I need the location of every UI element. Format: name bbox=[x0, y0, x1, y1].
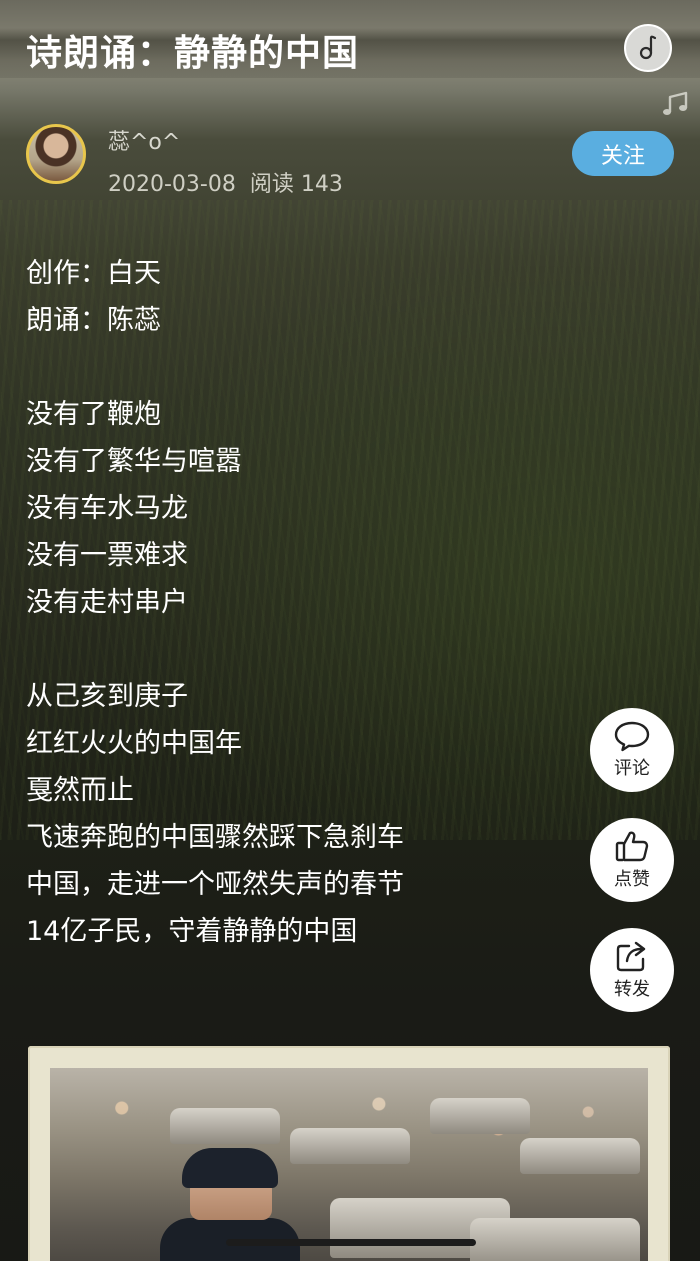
poem-line: 中国，走进一个哑然失声的春节 bbox=[26, 869, 404, 900]
photo-car bbox=[430, 1098, 530, 1134]
like-label: 点赞 bbox=[614, 869, 650, 890]
poem-line: 飞速奔跑的中国骤然踩下急刹车 bbox=[26, 822, 404, 853]
music-note-icon bbox=[663, 91, 688, 115]
comment-bubble-icon bbox=[614, 721, 650, 752]
comment-button[interactable]: 评论 bbox=[590, 708, 674, 792]
poem-line: 没有了繁华与喧嚣 bbox=[26, 446, 242, 477]
photo-car bbox=[170, 1108, 280, 1144]
poem-line: 戛然而止 bbox=[26, 775, 134, 806]
photo-car bbox=[290, 1128, 410, 1164]
stanza-spacer bbox=[26, 626, 586, 673]
follow-button[interactable]: 关注 bbox=[572, 131, 674, 176]
article-photo[interactable] bbox=[50, 1068, 648, 1261]
poem-line: 14亿子民，守着静静的中国 bbox=[26, 916, 358, 947]
credit-line: 朗诵：陈蕊 bbox=[26, 305, 161, 336]
poem-line: 没有车水马龙 bbox=[26, 493, 188, 524]
photo-officer-cap bbox=[182, 1148, 278, 1188]
stanza-spacer bbox=[26, 344, 586, 391]
post-meta: 2020-03-08 阅读 143 bbox=[108, 166, 343, 198]
share-button[interactable]: 转发 bbox=[590, 928, 674, 1012]
thumbs-up-icon bbox=[615, 831, 649, 862]
author-name[interactable]: 蕊^o^ bbox=[108, 124, 180, 156]
photo-car bbox=[520, 1138, 640, 1174]
home-indicator[interactable] bbox=[226, 1239, 476, 1246]
read-count: 阅读 143 bbox=[249, 172, 343, 197]
photo-car bbox=[470, 1218, 640, 1261]
poem-body: 创作：白天 朗诵：陈蕊 没有了鞭炮 没有了繁华与喧嚣 没有车水马龙 没有一票难求… bbox=[26, 250, 586, 955]
music-toggle-button[interactable] bbox=[624, 24, 672, 72]
author-avatar[interactable] bbox=[26, 124, 86, 184]
poem-line: 红红火火的中国年 bbox=[26, 728, 242, 759]
poem-line: 没有了鞭炮 bbox=[26, 399, 161, 430]
poem-line: 没有走村串户 bbox=[26, 587, 188, 618]
like-button[interactable]: 点赞 bbox=[590, 818, 674, 902]
share-icon bbox=[616, 941, 646, 972]
credit-line: 创作：白天 bbox=[26, 258, 161, 289]
share-label: 转发 bbox=[614, 979, 650, 1000]
comment-label: 评论 bbox=[614, 758, 650, 779]
poem-line: 从己亥到庚子 bbox=[26, 681, 188, 712]
music-disc-icon bbox=[639, 35, 657, 60]
post-date: 2020-03-08 bbox=[108, 172, 236, 197]
page-title: 诗朗诵：静静的中国 bbox=[26, 33, 360, 74]
poem-line: 没有一票难求 bbox=[26, 540, 188, 571]
